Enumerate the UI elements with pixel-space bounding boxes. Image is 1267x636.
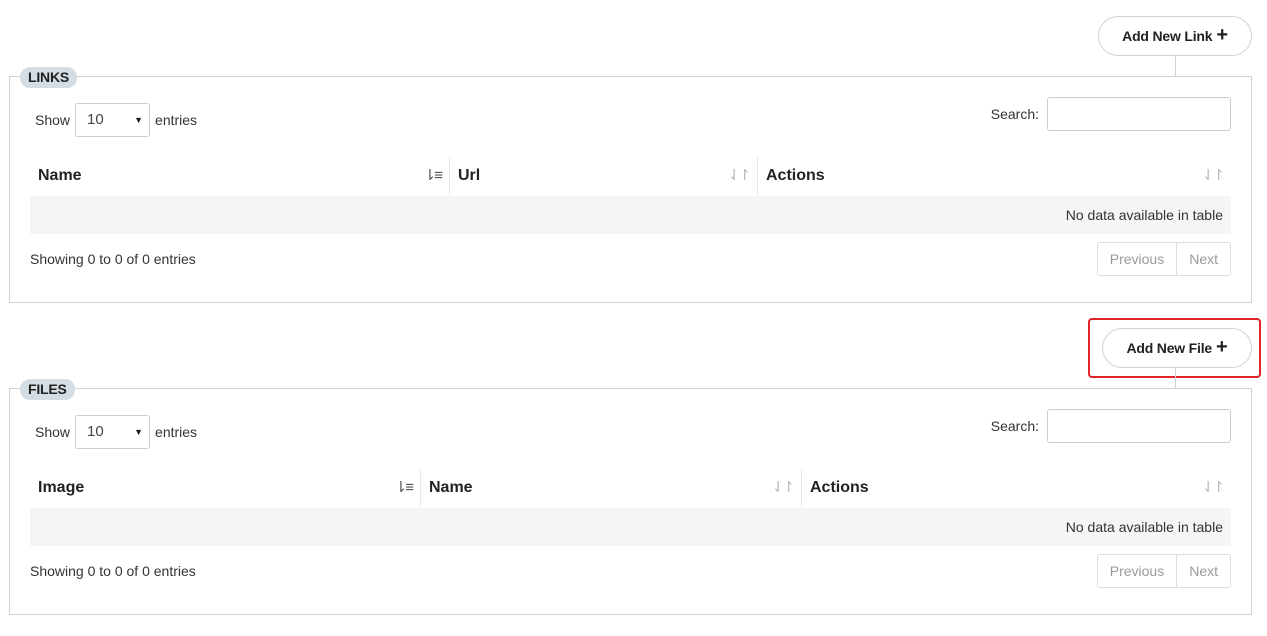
add-new-link-button[interactable]: Add New Link + [1098, 16, 1252, 56]
files-show-label: Show [35, 424, 71, 440]
add-new-file-label: Add New File [1126, 340, 1213, 356]
add-new-file-button[interactable]: Add New File + [1102, 328, 1252, 368]
sort-both-icon: ⇃↾ [1201, 479, 1225, 496]
links-previous-button[interactable]: Previous [1098, 243, 1176, 275]
sort-asc-icon: ⇂≡ [394, 479, 414, 496]
files-button-connector [1175, 368, 1176, 389]
sort-both-icon: ⇃↾ [771, 479, 795, 496]
files-length-control: Show 10 ▼ entries [35, 415, 197, 449]
links-table-header: Name ⇂≡ Url ⇃↾ Actions ⇃↾ [30, 157, 1231, 195]
files-entries-label: entries [155, 424, 198, 440]
links-button-connector [1175, 56, 1176, 77]
files-entries-select[interactable]: 10 ▼ [75, 415, 151, 449]
files-panel: Show 10 ▼ entries Search: Image ⇂≡ Name … [9, 388, 1252, 615]
links-legend: LINKS [20, 67, 78, 88]
links-next-button[interactable]: Next [1176, 243, 1230, 275]
add-new-link-label: Add New Link [1122, 28, 1213, 44]
links-table-info: Showing 0 to 0 of 0 entries [30, 251, 196, 267]
files-search-label: Search: [990, 418, 1039, 434]
column-header-actions[interactable]: Actions ⇃↾ [802, 469, 1231, 507]
files-next-button[interactable]: Next [1176, 555, 1230, 587]
column-header-actions[interactable]: Actions ⇃↾ [758, 157, 1231, 195]
links-length-control: Show 10 ▼ entries [35, 103, 197, 137]
plus-icon: + [1216, 336, 1228, 358]
files-legend: FILES [20, 379, 75, 400]
links-panel: Show 10 ▼ entries Search: Name ⇂≡ Url ⇃↾… [9, 76, 1252, 303]
column-header-url[interactable]: Url ⇃↾ [450, 157, 758, 195]
links-search: Search: [991, 97, 1231, 131]
links-search-label: Search: [990, 106, 1039, 122]
links-entries-value: 10 [87, 111, 104, 128]
links-show-label: Show [35, 112, 71, 128]
files-pagination: Previous Next [1096, 554, 1231, 588]
files-search: Search: [991, 409, 1231, 443]
files-table-info: Showing 0 to 0 of 0 entries [30, 563, 196, 579]
select-caret-icon: ▼ [134, 115, 144, 125]
sort-both-icon: ⇃↾ [1201, 167, 1225, 184]
files-previous-button[interactable]: Previous [1098, 555, 1176, 587]
links-pagination: Previous Next [1096, 242, 1231, 276]
plus-icon: + [1216, 24, 1228, 46]
files-table-header: Image ⇂≡ Name ⇃↾ Actions ⇃↾ [30, 469, 1231, 507]
links-entries-label: entries [155, 112, 198, 128]
column-header-name[interactable]: Name ⇃↾ [421, 469, 802, 507]
sort-both-icon: ⇃↾ [727, 167, 751, 184]
files-entries-value: 10 [87, 423, 104, 440]
column-header-name[interactable]: Name ⇂≡ [30, 157, 450, 195]
links-empty-row: No data available in table [30, 196, 1231, 234]
files-empty-row: No data available in table [30, 508, 1231, 546]
files-search-input[interactable] [1047, 409, 1231, 443]
column-header-image[interactable]: Image ⇂≡ [30, 469, 421, 507]
links-entries-select[interactable]: 10 ▼ [75, 103, 151, 137]
sort-asc-icon: ⇂≡ [423, 167, 443, 184]
select-caret-icon: ▼ [134, 427, 144, 437]
links-search-input[interactable] [1047, 97, 1231, 131]
